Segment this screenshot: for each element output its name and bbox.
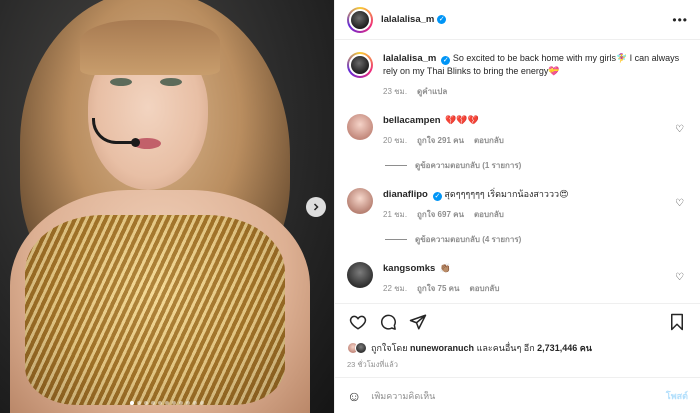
carousel-dot: [179, 401, 183, 405]
comment-body: dianaflipo ✓ สุดๆๆๆๆๆๆ เริ่ดมากน้องสาววว😍…: [383, 188, 688, 221]
comment-like-heart-icon[interactable]: ♡: [675, 124, 684, 135]
carousel-dot: [193, 401, 197, 405]
comment-meta: 20 ชม. ถูกใจ 291 คน ตอบกลับ: [383, 134, 688, 147]
replies-divider: [385, 165, 407, 166]
carousel-dot: [165, 401, 169, 405]
comment-username[interactable]: bellacampen: [383, 115, 441, 126]
view-replies-label: ดูข้อความตอบกลับ (1 รายการ): [415, 161, 522, 170]
chevron-right-icon: [313, 203, 319, 211]
caption-meta: 23 ชม. ดูคำแปล: [383, 85, 688, 98]
emoji-smiley-icon[interactable]: ☺: [347, 388, 361, 404]
carousel-dot: [172, 401, 176, 405]
comment-username[interactable]: kangsomks: [383, 263, 435, 274]
post-actions: [335, 303, 700, 339]
likes-user[interactable]: nuneworanuch: [410, 343, 474, 353]
post-image[interactable]: [0, 0, 334, 413]
comment-bubble-icon[interactable]: [377, 311, 399, 333]
caption: lalalalisa_m ✓ So excited to be back home…: [347, 52, 688, 98]
next-image-button[interactable]: [306, 197, 326, 217]
carousel-dot: [158, 401, 162, 405]
carousel-dot: [200, 401, 204, 405]
save-bookmark-icon[interactable]: [666, 311, 688, 333]
likes-middle: และคนอื่นๆ อีก: [476, 343, 535, 353]
verified-icon: ✓: [441, 56, 451, 65]
liker-avatar: [355, 342, 367, 354]
comment-text: สุดๆๆๆๆๆๆ เริ่ดมากน้องสาววว😍: [444, 189, 569, 199]
comment-item: kangsomks 👏🏽 22 ชม. ถูกใจ 75 คน ตอบกลับ …: [347, 262, 688, 295]
carousel-dot: [144, 401, 148, 405]
post-comment-button[interactable]: โพสต์: [666, 389, 688, 403]
commenter-avatar[interactable]: [347, 262, 373, 288]
comment-text: 💔💔💔: [445, 115, 479, 125]
comment-likes[interactable]: ถูกใจ 75 คน: [417, 282, 459, 295]
image-eye-left: [110, 78, 132, 86]
post-header: lalalalisa_m ✓ •••: [335, 0, 700, 40]
instagram-post-view: lalalalisa_m ✓ ••• lalalalisa_m ✓ So exci…: [0, 0, 700, 413]
comment-time: 20 ชม.: [383, 136, 408, 145]
image-bangs: [80, 20, 220, 75]
liker-avatars: [347, 342, 367, 354]
post-details-panel: lalalalisa_m ✓ ••• lalalalisa_m ✓ So exci…: [334, 0, 700, 413]
comment-username[interactable]: dianaflipo: [383, 189, 428, 200]
carousel-dot: [186, 401, 190, 405]
comment-likes[interactable]: ถูกใจ 697 คน: [417, 208, 464, 221]
caption-avatar[interactable]: [347, 52, 373, 78]
view-replies-button[interactable]: ดูข้อความตอบกลับ (1 รายการ): [385, 159, 688, 172]
view-replies-button[interactable]: ดูข้อความตอบกลับ (4 รายการ): [385, 233, 688, 246]
image-eye-right: [160, 78, 182, 86]
verified-icon: ✓: [432, 192, 442, 201]
commenter-avatar[interactable]: [347, 114, 373, 140]
carousel-dots: [0, 401, 334, 405]
comment-meta: 21 ชม. ถูกใจ 697 คน ตอบกลับ: [383, 208, 688, 221]
more-options-icon[interactable]: •••: [672, 13, 688, 27]
likes-count[interactable]: 2,731,446 คน: [537, 341, 592, 355]
view-replies-label: ดูข้อความตอบกลับ (4 รายการ): [415, 235, 522, 244]
comment-body: kangsomks 👏🏽 22 ชม. ถูกใจ 75 คน ตอบกลับ: [383, 262, 688, 295]
comment-reply-button[interactable]: ตอบกลับ: [470, 282, 500, 295]
likes-prefix: ถูกใจโดย: [371, 343, 408, 353]
verified-icon: ✓: [437, 15, 447, 24]
caption-username[interactable]: lalalalisa_m: [383, 53, 436, 64]
comment-likes[interactable]: ถูกใจ 291 คน: [417, 134, 464, 147]
comment-like-heart-icon[interactable]: ♡: [675, 198, 684, 209]
comment-reply-button[interactable]: ตอบกลับ: [474, 134, 504, 147]
replies-divider: [385, 239, 407, 240]
share-paper-plane-icon[interactable]: [407, 311, 429, 333]
comments-list: lalalalisa_m ✓ So excited to be back home…: [335, 40, 700, 303]
carousel-dot: [137, 401, 141, 405]
comment-meta: 22 ชม. ถูกใจ 75 คน ตอบกลับ: [383, 282, 688, 295]
comment-body: bellacampen 💔💔💔 20 ชม. ถูกใจ 291 คน ตอบก…: [383, 114, 688, 147]
comment-item: dianaflipo ✓ สุดๆๆๆๆๆๆ เริ่ดมากน้องสาววว😍…: [347, 188, 688, 221]
carousel-dot: [130, 401, 134, 405]
comment-reply-button[interactable]: ตอบกลับ: [474, 208, 504, 221]
author-avatar[interactable]: [347, 6, 373, 33]
author-username[interactable]: lalalalisa_m: [381, 14, 434, 25]
comment-text: 👏🏽: [439, 263, 452, 273]
translate-link[interactable]: ดูคำแปล: [417, 85, 447, 98]
comment-item: bellacampen 💔💔💔 20 ชม. ถูกใจ 291 คน ตอบก…: [347, 114, 688, 147]
comment-time: 22 ชม.: [383, 284, 408, 293]
posted-time: 23 ชั่วโมงที่แล้ว: [347, 360, 398, 369]
comment-composer: ☺ โพสต์: [335, 377, 700, 413]
image-gold-top: [25, 215, 285, 405]
like-heart-icon[interactable]: [347, 311, 369, 333]
likes-summary: ถูกใจโดย nuneworanuch และคนอื่นๆ อีก 2,7…: [335, 339, 700, 357]
caption-time: 23 ชม.: [383, 87, 408, 96]
carousel-dot: [151, 401, 155, 405]
comment-like-heart-icon[interactable]: ♡: [675, 272, 684, 283]
comment-input[interactable]: [371, 390, 666, 401]
caption-body: lalalalisa_m ✓ So excited to be back home…: [383, 52, 688, 98]
comment-time: 21 ชม.: [383, 210, 408, 219]
commenter-avatar[interactable]: [347, 188, 373, 214]
